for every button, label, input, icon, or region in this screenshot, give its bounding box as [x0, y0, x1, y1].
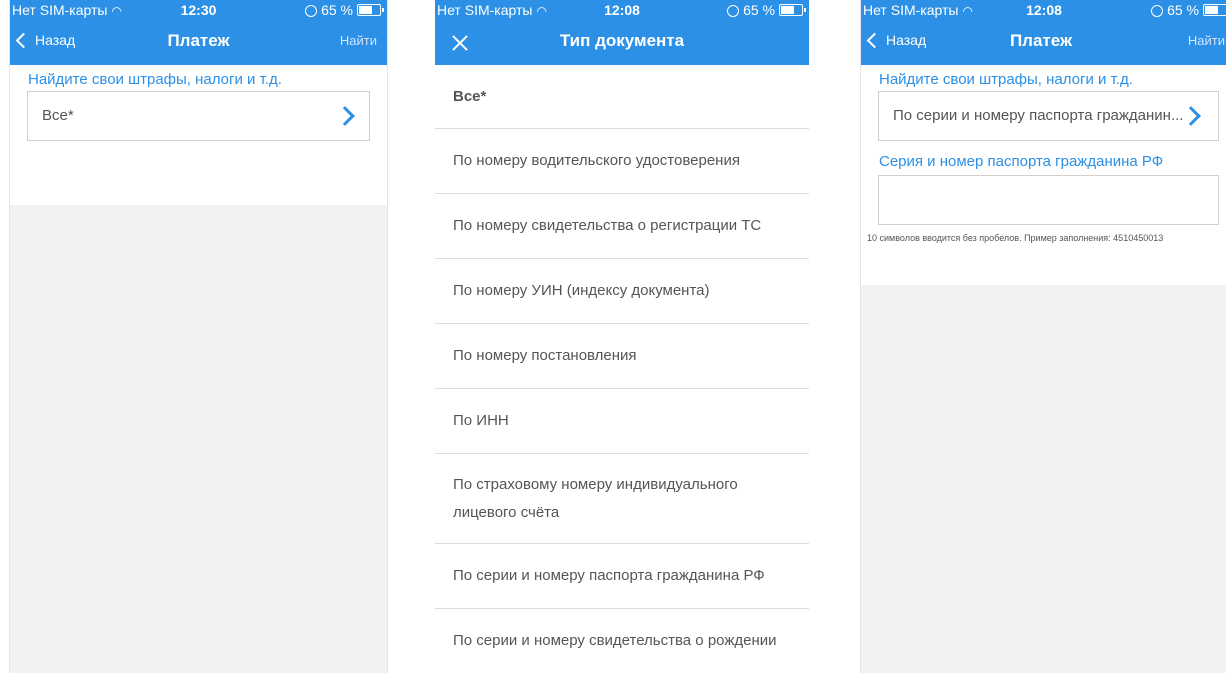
page-title: Тип документа — [559, 31, 685, 50]
status-bar: Нет SIM-карты ◠ 12:30 65 % — [10, 0, 387, 20]
rotation-lock-icon — [1151, 5, 1164, 17]
list-item[interactable]: По номеру УИН (индексу документа) — [435, 259, 809, 324]
document-type-list: Все* По номеру водительского удостоверен… — [435, 65, 809, 673]
empty-area — [861, 285, 1226, 673]
field-hint: 10 символов вводится без пробелов. Приме… — [867, 233, 1164, 243]
passport-number-input[interactable] — [878, 175, 1219, 225]
rotation-lock-icon — [305, 5, 318, 17]
list-item[interactable]: По серии и номеру свидетельства о рожден… — [435, 609, 809, 673]
section-label: Найдите свои штрафы, налоги и т.д. — [879, 71, 1133, 88]
list-item-label: По номеру водительского удостоверения — [453, 152, 740, 169]
navigation-bar: Тип документа — [435, 20, 809, 65]
list-item-label: Все* — [453, 87, 487, 105]
page-title: Платеж — [1009, 31, 1073, 50]
list-item[interactable]: По номеру водительского удостоверения — [435, 129, 809, 194]
document-type-select[interactable]: Все* — [27, 91, 370, 141]
rotation-lock-icon — [727, 5, 740, 17]
battery-icon — [779, 4, 806, 16]
list-item-label: По номеру постановления — [453, 347, 637, 364]
battery-percent: 65 % — [321, 2, 353, 18]
list-item-label: По ИНН — [453, 412, 509, 429]
field-label: Серия и номер паспорта гражданина РФ — [879, 153, 1164, 170]
section-label: Найдите свои штрафы, налоги и т.д. — [28, 71, 282, 88]
screen-payment-initial: Нет SIM-карты ◠ 12:30 65 % Назад Платеж Н… — [9, 0, 388, 673]
select-value: По серии и номеру паспорта гражданин... — [893, 107, 1184, 124]
battery-percent: 65 % — [1167, 2, 1199, 18]
find-button[interactable]: Найти — [340, 33, 377, 48]
list-item-label: По страховому номеру индивидуального лиц… — [453, 475, 738, 521]
screen-document-type: Нет SIM-карты ◠ 12:08 65 % Тип документа … — [435, 0, 809, 673]
list-item-label: По номеру УИН (индексу документа) — [453, 282, 710, 299]
screen-payment-passport: Нет SIM-карты ◠ 12:08 65 % Назад Платеж Н… — [860, 0, 1226, 673]
status-bar: Нет SIM-карты ◠ 12:08 65 % — [861, 0, 1226, 20]
status-bar: Нет SIM-карты ◠ 12:08 65 % — [435, 0, 809, 20]
list-item-label: По серии и номеру свидетельства о рожден… — [453, 632, 777, 649]
list-item-label: По серии и номеру паспорта гражданина РФ — [453, 567, 765, 584]
list-item[interactable]: По номеру постановления — [435, 324, 809, 389]
search-form: Найдите свои штрафы, налоги и т.д. Все* — [10, 65, 387, 205]
list-item[interactable]: По серии и номеру паспорта гражданина РФ — [435, 544, 809, 609]
list-item-all[interactable]: Все* — [435, 65, 809, 129]
page-title: Платеж — [167, 31, 230, 50]
find-button[interactable]: Найти — [1188, 33, 1225, 48]
empty-area — [10, 205, 387, 673]
list-item[interactable]: По номеру свидетельства о регистрации ТС — [435, 194, 809, 259]
search-form: Найдите свои штрафы, налоги и т.д. По се… — [861, 65, 1226, 285]
list-item[interactable]: По страховому номеру индивидуального лиц… — [435, 454, 809, 544]
battery-icon — [1203, 4, 1226, 16]
list-item[interactable]: По ИНН — [435, 389, 809, 454]
battery-icon — [357, 4, 384, 16]
navigation-bar: Назад Платеж Найти — [861, 20, 1226, 65]
navigation-bar: Назад Платеж Найти — [10, 20, 387, 65]
list-item-label: По номеру свидетельства о регистрации ТС — [453, 217, 762, 234]
select-value: Все* — [42, 107, 74, 124]
battery-percent: 65 % — [743, 2, 775, 18]
document-type-select[interactable]: По серии и номеру паспорта гражданин... — [878, 91, 1219, 141]
